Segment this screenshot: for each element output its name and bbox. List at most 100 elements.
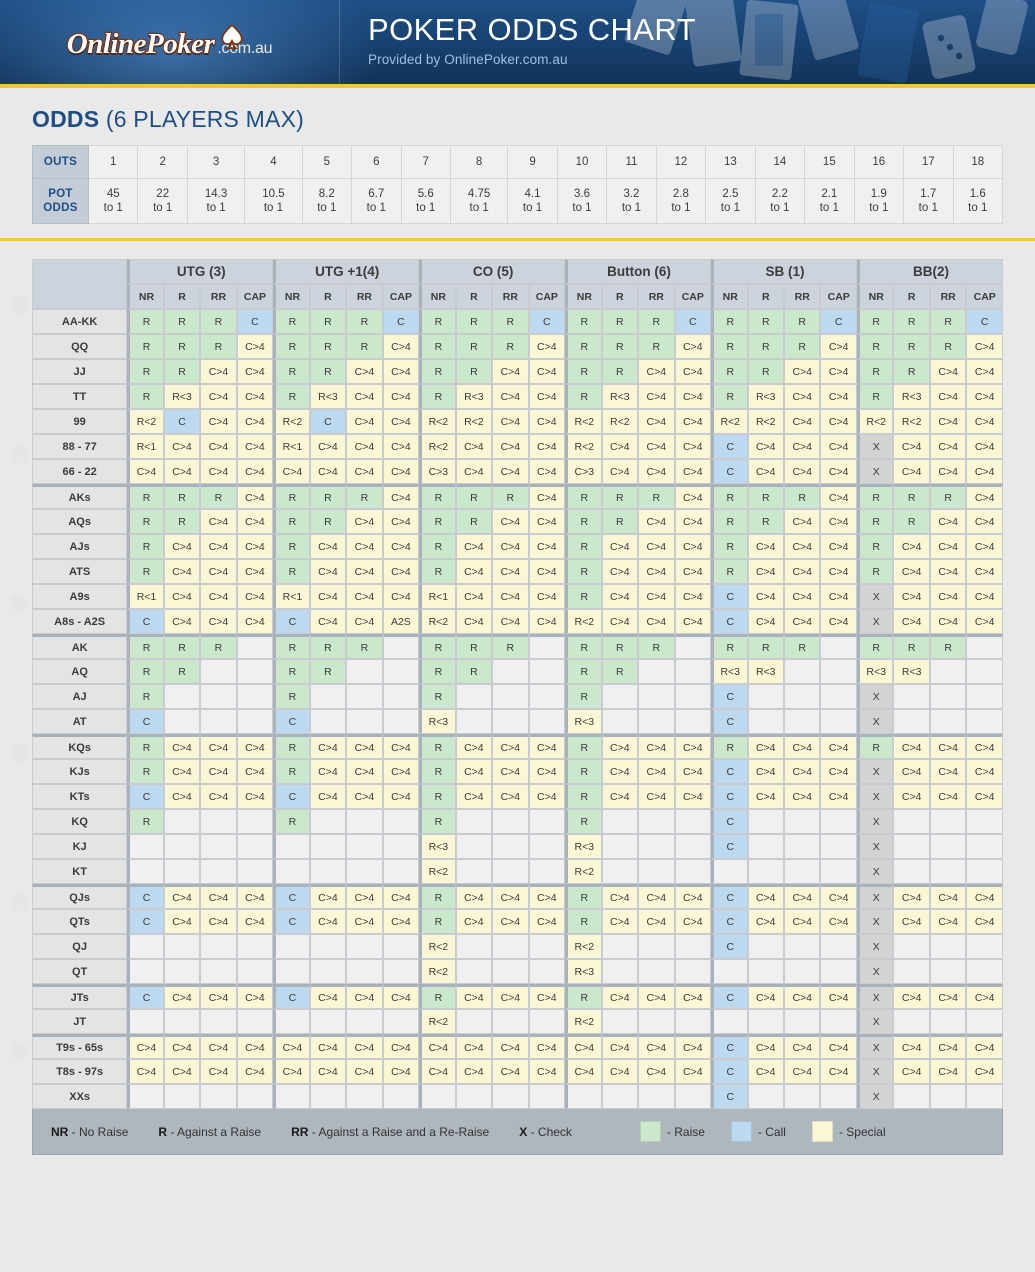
action-cell: C>4 [929,984,967,1009]
action-cell [200,809,237,834]
action-cell: R [273,759,310,784]
action-cell: C>4 [309,734,347,759]
hand-label: AQ [32,659,128,684]
action-cell: R [127,309,164,334]
action-cell: C>4 [893,534,930,559]
odds-heading-rest: (6 PLAYERS MAX) [99,106,304,132]
action-cell: C>4 [236,534,274,559]
action-cell [455,934,493,959]
action-cell [893,959,930,984]
action-cell: R<1 [273,434,310,459]
action-cell: C>4 [200,734,237,759]
action-cell: C>4 [601,734,639,759]
action-cell: C>4 [638,559,675,584]
action-cell: C>4 [492,734,529,759]
action-cell [674,1009,712,1034]
sub-header-rr: RR [492,284,529,309]
table-row: AQs R R C>4 C>4 R R C>4 C>4 R R C>4 C>4 R R C>4 C>4 R R C>4… [32,509,1003,534]
action-cell: C>4 [893,884,930,909]
action-cell: R<3 [163,384,201,409]
action-cell: C>4 [236,459,274,484]
action-cell: C>4 [382,884,420,909]
action-cell [127,859,164,884]
action-cell: C>4 [309,884,347,909]
action-cell [820,709,857,734]
position-header-bb2: BB(2) [856,259,1003,284]
action-cell: C>4 [783,884,821,909]
legend-abbreviation-text: - No Raise [68,1124,129,1139]
action-cell: C>4 [966,559,1003,584]
action-cell: C>4 [783,734,821,759]
outs-row-label: OUTS [32,145,89,179]
action-cell: C>4 [929,784,967,809]
action-cell: R [419,534,456,559]
action-cell: R [929,309,967,334]
action-cell: X [856,809,894,834]
action-cell [820,934,857,959]
action-cell: R [309,309,347,334]
action-cell: R [273,509,310,534]
action-cell: C>4 [929,884,967,909]
site-logo[interactable]: OnlinePoker .com.au [0,0,340,84]
action-cell: C>4 [893,784,930,809]
action-cell: C>4 [236,334,274,359]
action-cell: C>4 [455,584,493,609]
action-cell: C>4 [382,384,420,409]
chart-body: AA-KK R R R C R R R C R R R C R R R C R R R C R R R C QQ R R R C>4 R R R… [32,309,1003,1109]
action-cell [674,684,712,709]
action-cell: C>4 [528,909,566,934]
action-cell [966,834,1003,859]
sub-header-nr: NR [273,284,310,309]
action-cell: C>4 [309,1059,347,1084]
action-cell: R [200,484,237,509]
action-cell: C [711,909,748,934]
action-cell: R [856,484,894,509]
action-cell: C>4 [820,409,857,434]
action-cell [200,684,237,709]
action-cell: C>4 [638,509,675,534]
pot-odds-value: 2.8 to 1 [655,178,707,224]
outs-value: 7 [400,145,451,179]
action-cell: R [747,334,784,359]
action-cell: R [419,484,456,509]
action-cell [929,859,967,884]
sub-header-nr: NR [565,284,602,309]
action-cell: C>4 [346,609,383,634]
action-cell: R<2 [565,859,602,884]
action-cell: C>4 [419,1034,456,1059]
action-cell: R [200,634,237,659]
action-cell: C>4 [309,459,347,484]
action-cell [236,809,274,834]
outs-value: 13 [705,145,756,179]
action-cell [711,859,748,884]
action-cell: R [419,334,456,359]
action-cell [492,659,529,684]
legend-color-key: - Special [811,1121,886,1142]
action-cell: C>4 [236,984,274,1009]
action-cell [528,709,566,734]
sub-header-r: R [601,284,639,309]
action-cell: R [419,909,456,934]
action-cell: C>4 [528,334,566,359]
action-cell: R<2 [127,409,164,434]
action-cell: C [711,709,748,734]
table-row: JT R<2 R<2 X [32,1009,1003,1034]
action-cell [966,859,1003,884]
action-cell: R [856,359,894,384]
action-cell: R [200,334,237,359]
action-cell [382,859,420,884]
action-cell: R [346,334,383,359]
action-cell: R [309,334,347,359]
pot-odds-value: 10.5 to 1 [244,178,303,224]
action-cell: C>4 [346,984,383,1009]
action-cell: R<3 [565,834,602,859]
logo-domain-suffix: .com.au [217,39,273,57]
action-cell: C>4 [309,759,347,784]
action-cell: C [674,309,712,334]
action-cell [783,959,821,984]
action-cell: C>4 [638,909,675,934]
action-cell: C>4 [492,609,529,634]
action-cell [309,1009,347,1034]
action-cell: C>4 [929,1034,967,1059]
action-cell: C>4 [674,409,712,434]
